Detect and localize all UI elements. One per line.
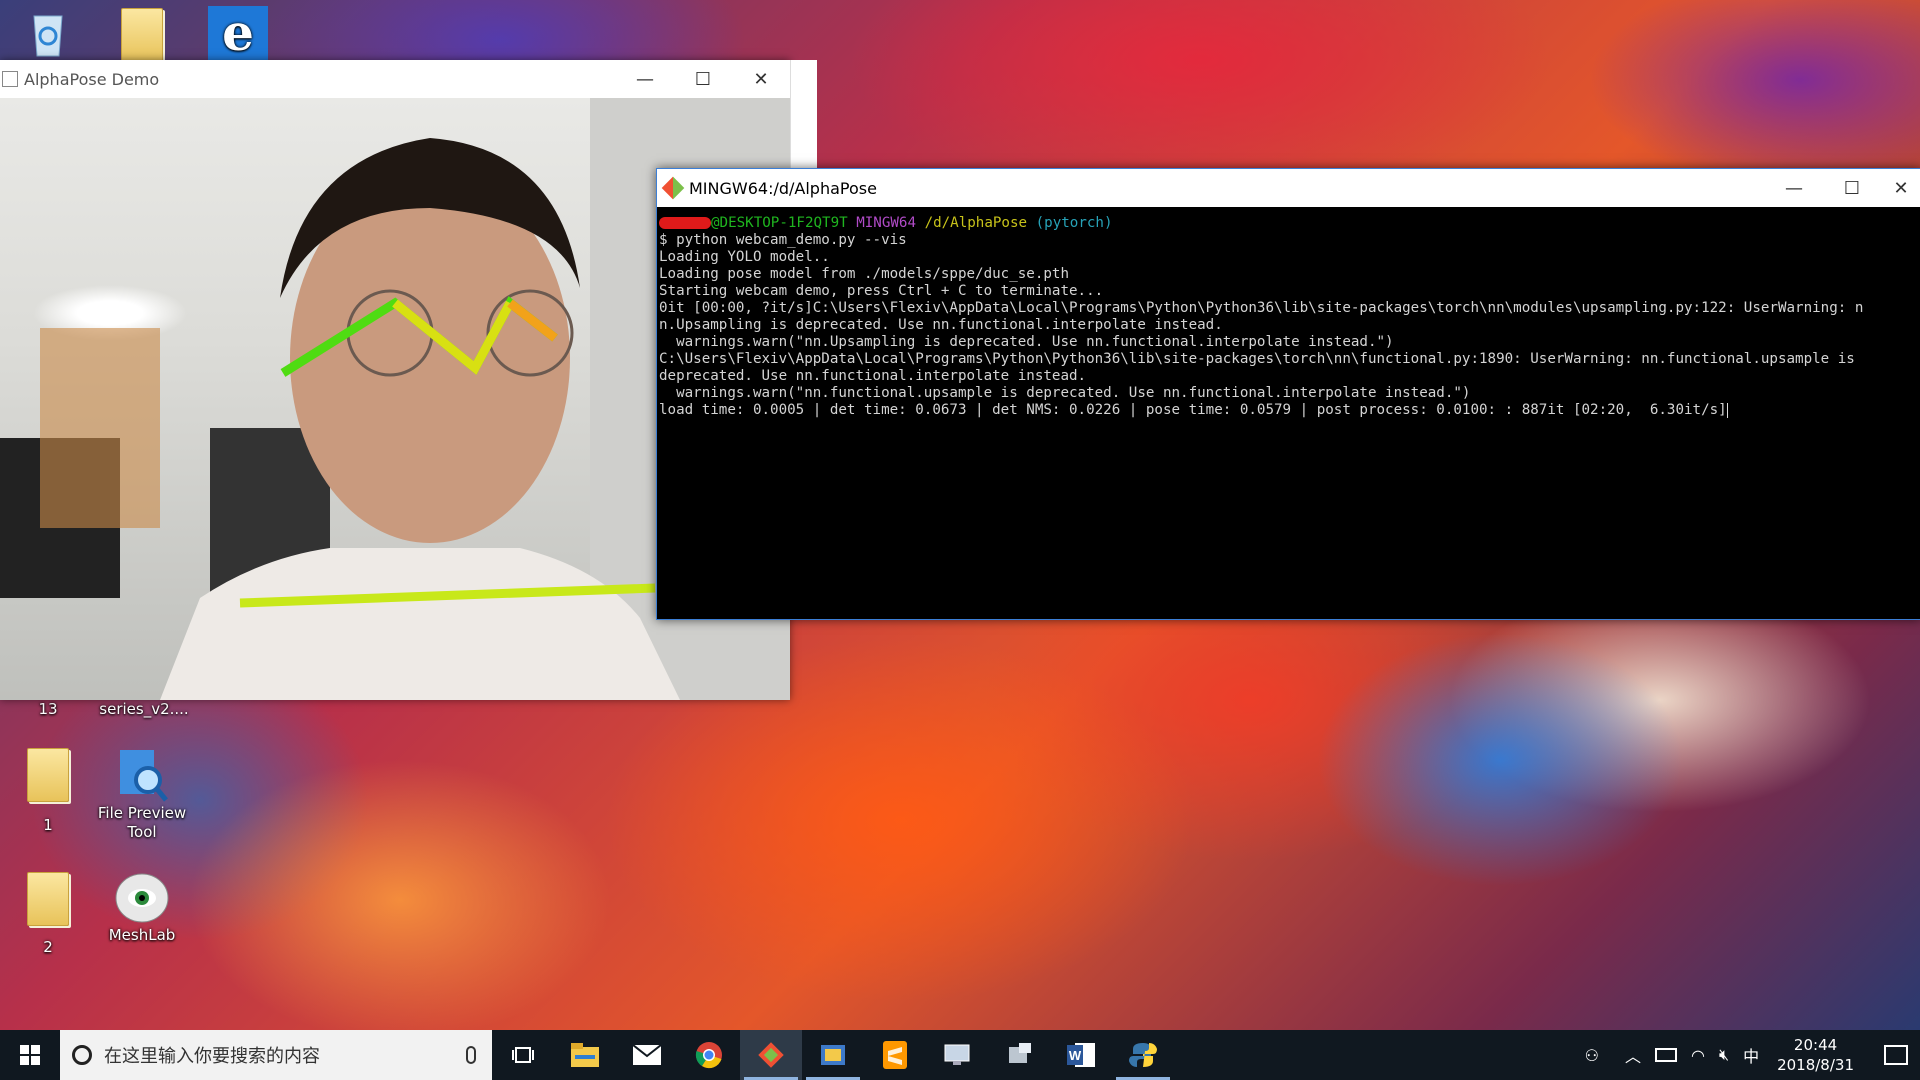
taskbar-app-word[interactable]: W: [1050, 1030, 1112, 1080]
volume-muted-icon[interactable]: 🔇︎: [1719, 1045, 1729, 1065]
terminal-line: C:\Users\Flexiv\AppData\Local\Programs\P…: [659, 351, 1855, 367]
search-input[interactable]: 在这里输入你要搜索的内容: [60, 1030, 492, 1080]
network-tool-icon: [1009, 1043, 1031, 1063]
desktop-icon-label: File Preview Tool: [97, 804, 187, 841]
desktop-icon-label: series_v2....: [99, 700, 189, 718]
redacted-user: [659, 217, 711, 229]
microphone-icon[interactable]: [466, 1046, 476, 1064]
progress-text: load time: 0.0005 | det time: 0.0673 | d…: [659, 402, 1727, 418]
taskbar-app-python[interactable]: [1112, 1030, 1174, 1080]
python-app-icon: [821, 1045, 845, 1065]
terminal-line: n.Upsampling is deprecated. Use nn.funct…: [659, 317, 1223, 333]
word-icon: W: [1067, 1043, 1095, 1067]
desktop-icon-meshlab[interactable]: MeshLab: [94, 868, 190, 944]
desktop-icon-recycle-bin[interactable]: [0, 8, 96, 58]
cortana-icon: [72, 1045, 92, 1065]
sublime-text-icon: [883, 1041, 907, 1069]
recycle-bin-icon: [33, 15, 63, 57]
folder-icon: [27, 748, 69, 802]
desktop-icon-label: 13: [38, 700, 58, 718]
taskbar-app-mail[interactable]: [616, 1030, 678, 1080]
alphapose-scrollbar-strip[interactable]: [790, 60, 817, 170]
clock-date: 2018/8/31: [1777, 1056, 1854, 1074]
prompt-host: @DESKTOP-1F2QT9T: [711, 215, 848, 231]
terminal-titlebar[interactable]: MINGW64:/d/AlphaPose — ☐ ✕: [657, 169, 1920, 207]
meshlab-icon: [115, 873, 169, 923]
app-icon: [2, 71, 18, 87]
task-view-button[interactable]: [492, 1030, 554, 1080]
minimize-button[interactable]: —: [616, 60, 674, 98]
desktop-icon-label: 2: [43, 938, 53, 956]
prompt-line: @DESKTOP-1F2QT9T MINGW64 /d/AlphaPose (p…: [659, 215, 1919, 232]
door-shape: [40, 328, 160, 528]
battery-icon[interactable]: [1655, 1048, 1677, 1062]
taskbar-app-chrome[interactable]: [678, 1030, 740, 1080]
prompt-env: (pytorch): [1035, 215, 1113, 231]
windows-logo-icon: [20, 1045, 40, 1065]
maximize-button[interactable]: ☐: [1823, 169, 1881, 207]
desktop-icon-edge[interactable]: e: [190, 6, 286, 60]
desktop-icon-13[interactable]: 13: [0, 700, 96, 718]
close-button[interactable]: ✕: [732, 60, 790, 98]
git-bash-icon: [661, 176, 685, 200]
terminal-line: warnings.warn("nn.functional.upsample is…: [659, 385, 1471, 401]
window-title: AlphaPose Demo: [24, 69, 160, 89]
file-explorer-icon: [571, 1043, 599, 1067]
taskbar-app-git-bash[interactable]: [740, 1030, 802, 1080]
taskbar-app-remote-desktop[interactable]: [926, 1030, 988, 1080]
terminal-line: warnings.warn("nn.Upsampling is deprecat…: [659, 334, 1394, 350]
close-button[interactable]: ✕: [1881, 169, 1920, 207]
terminal-window[interactable]: MINGW64:/d/AlphaPose — ☐ ✕ @DESKTOP-1F2Q…: [656, 168, 1920, 620]
chrome-icon: [695, 1042, 722, 1069]
desktop-icon-series[interactable]: series_v2....: [94, 700, 194, 718]
people-icon[interactable]: ⚇: [1585, 1046, 1599, 1065]
start-button[interactable]: [0, 1030, 60, 1080]
terminal-line: Loading pose model from ./models/sppe/du…: [659, 266, 1069, 282]
terminal-cursor: [1726, 402, 1728, 418]
alphapose-titlebar[interactable]: AlphaPose Demo — ☐ ✕: [0, 60, 790, 98]
edge-icon: e: [208, 6, 268, 60]
remote-desktop-icon: [944, 1044, 970, 1065]
task-view-icon: [512, 1047, 534, 1063]
python-icon: [1129, 1043, 1157, 1067]
terminal-line: 0it [00:00, ?it/s]C:\Users\Flexiv\AppDat…: [659, 300, 1864, 316]
wifi-icon[interactable]: ◠: [1691, 1046, 1705, 1065]
desktop-icon-2[interactable]: 2: [0, 872, 96, 956]
taskbar-app-python-app[interactable]: [802, 1030, 864, 1080]
clock-time: 20:44: [1793, 1036, 1838, 1054]
search-placeholder: 在这里输入你要搜索的内容: [104, 1046, 320, 1067]
clock[interactable]: 20:44 2018/8/31: [1777, 1035, 1854, 1075]
terminal-line: deprecated. Use nn.functional.interpolat…: [659, 368, 1087, 384]
chevron-up-icon[interactable]: ︿: [1625, 1043, 1641, 1067]
prompt-shell: MINGW64: [856, 215, 917, 231]
desktop-icon-file-preview-tool[interactable]: File Preview Tool: [94, 746, 190, 842]
desktop-icon-folder-top[interactable]: [94, 8, 190, 62]
window-title: MINGW64:/d/AlphaPose: [689, 178, 877, 198]
taskbar-app-sublime-text[interactable]: [864, 1030, 926, 1080]
taskbar-app-network-tool[interactable]: [988, 1030, 1050, 1080]
folder-icon: [121, 8, 163, 62]
folder-icon: [27, 872, 69, 926]
mail-icon: [633, 1045, 661, 1065]
desktop-icon-label: 1: [43, 816, 53, 834]
ime-indicator[interactable]: 中: [1743, 1043, 1759, 1067]
minimize-button[interactable]: —: [1765, 169, 1823, 207]
notification-icon[interactable]: [1884, 1045, 1908, 1065]
terminal-line: Starting webcam demo, press Ctrl + C to …: [659, 283, 1104, 299]
terminal-output[interactable]: @DESKTOP-1F2QT9T MINGW64 /d/AlphaPose (p…: [657, 207, 1920, 427]
maximize-button[interactable]: ☐: [674, 60, 732, 98]
desktop-icon-1[interactable]: 1: [0, 748, 96, 834]
taskbar-app-file-explorer[interactable]: [554, 1030, 616, 1080]
terminal-line: $ python webcam_demo.py --vis: [659, 232, 907, 248]
system-tray: ⚇ ︿ ◠ 🔇︎ 中 20:44 2018/8/31: [1585, 1035, 1920, 1075]
taskbar: 在这里输入你要搜索的内容 W ⚇ ︿ ◠ 🔇︎ 中 20:44 2018/8/3…: [0, 1030, 1920, 1080]
git-bash-icon: [758, 1042, 784, 1068]
desktop-icon-label: MeshLab: [108, 926, 176, 944]
terminal-line-progress: load time: 0.0005 | det time: 0.0673 | d…: [659, 402, 1919, 419]
prompt-path: /d/AlphaPose: [924, 215, 1028, 231]
terminal-line: Loading YOLO model..: [659, 249, 830, 265]
file-preview-tool-icon: [120, 750, 168, 802]
svg-text:W: W: [1069, 1048, 1082, 1063]
